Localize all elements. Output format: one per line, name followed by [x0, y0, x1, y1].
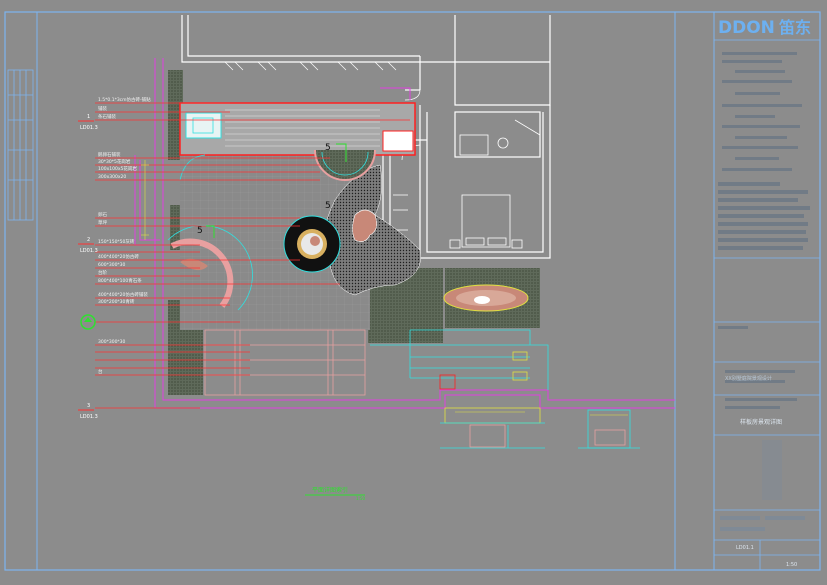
section-tag-1: 1 LD01.3	[78, 114, 98, 131]
section-tag-2: 2 LD01.3	[78, 237, 98, 254]
svg-text:台阶: 台阶	[98, 269, 107, 276]
svg-text:1: 1	[87, 114, 90, 120]
svg-text:铺装: 铺装	[98, 105, 107, 112]
svg-text:LD01.3: LD01.3	[80, 414, 98, 420]
svg-text:300*300*30: 300*300*30	[98, 339, 126, 345]
svg-text:600*300*30: 600*300*30	[98, 262, 126, 268]
water-feature	[179, 102, 416, 156]
svg-text:800*400*100青石条: 800*400*100青石条	[98, 277, 142, 284]
svg-text:LD01.3: LD01.3	[80, 125, 98, 131]
svg-text:400*400*20仿古砖铺装: 400*400*20仿古砖铺装	[98, 291, 148, 298]
patio-grid	[204, 329, 366, 396]
sheet-scale: 1:50	[786, 562, 797, 568]
svg-text:2: 2	[87, 237, 90, 243]
svg-text:300x300x20: 300x300x20	[98, 174, 126, 180]
svg-text:300*200*30青砖: 300*200*30青砖	[98, 298, 135, 305]
svg-text:鹅卵石铺装: 鹅卵石铺装	[98, 151, 121, 158]
svg-text:LD01.3: LD01.3	[80, 248, 98, 254]
svg-text:5: 5	[325, 143, 331, 153]
svg-text:5: 5	[325, 201, 331, 211]
logo: DDON	[718, 18, 775, 38]
svg-text:150*150*50灰砖: 150*150*50灰砖	[98, 238, 135, 245]
section-tag-3: 3 LD01.3	[78, 403, 98, 420]
svg-text:5: 5	[197, 226, 203, 236]
svg-text:条石铺装: 条石铺装	[98, 113, 116, 120]
gate-section	[439, 374, 640, 449]
svg-text:平面详图索引: 平面详图索引	[312, 486, 348, 494]
svg-text:3: 3	[87, 403, 90, 409]
logo-suffix: 笛东	[778, 18, 811, 37]
sheet-number: LD01.1	[736, 545, 754, 551]
svg-text:100x100x5花岗岩: 100x100x5花岗岩	[98, 165, 137, 172]
sheet-title: 样板房景观详图	[740, 418, 782, 426]
svg-text:1:50: 1:50	[356, 496, 365, 501]
oval-pond	[443, 284, 529, 312]
svg-text:400*400*20仿古砖: 400*400*20仿古砖	[98, 253, 139, 260]
binding-strip	[7, 69, 34, 221]
svg-text:台: 台	[98, 368, 103, 375]
svg-text:30*30*5花岗岩: 30*30*5花岗岩	[98, 158, 131, 165]
drawing-title: 平面详图索引 1:50	[305, 486, 365, 501]
svg-text:卵石: 卵石	[98, 211, 107, 218]
north-arrow-icon	[80, 314, 96, 330]
svg-text:草坪: 草坪	[98, 219, 107, 226]
bed	[449, 119, 541, 249]
svg-text:1.5*0.1*3cm仿古砖-铺贴: 1.5*0.1*3cm仿古砖-铺贴	[98, 96, 151, 103]
leader-labels: 1.5*0.1*3cm仿古砖-铺贴 铺装 条石铺装 鹅卵石铺装 30*30*5花…	[98, 96, 151, 375]
project-line-1: XX别墅庭院景观设计	[725, 375, 772, 382]
cad-drawing-canvas: DDON 笛东 XX别墅庭院景观设计 样板房景观详图 LD01.1 1:50 1…	[4, 11, 821, 571]
round-fountain	[283, 215, 341, 273]
title-block: DDON 笛东 XX别墅庭院景观设计 样板房景观详图 LD01.1 1:50	[713, 11, 821, 571]
